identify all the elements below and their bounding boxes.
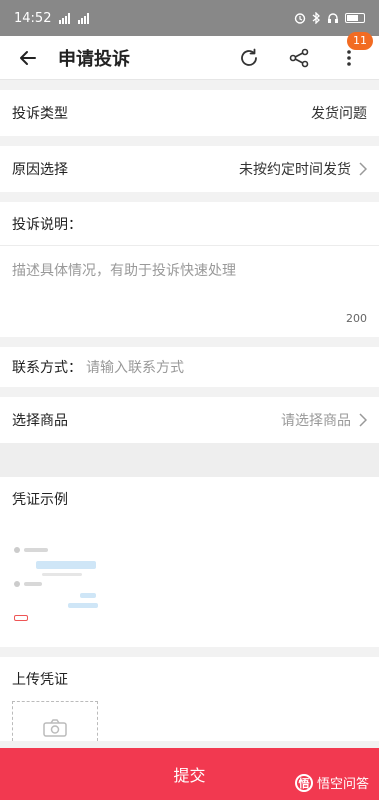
chevron-right-icon	[359, 162, 367, 176]
battery-icon	[345, 13, 365, 23]
notification-badge: 11	[347, 31, 373, 50]
product-placeholder: 请选择商品	[281, 413, 351, 429]
more-button[interactable]: 11	[331, 31, 373, 76]
status-bar: 14:52	[0, 0, 379, 36]
reason-value-wrap: 未按约定时间发货	[239, 159, 367, 179]
watermark-logo-icon: 悟	[294, 773, 313, 792]
spacer	[0, 337, 379, 347]
complaint-type-label: 投诉类型	[12, 106, 68, 122]
spacer	[0, 192, 379, 202]
spacer	[0, 80, 379, 90]
status-time: 14:52	[14, 10, 52, 26]
alarm-icon	[294, 13, 306, 24]
spacer	[0, 647, 379, 657]
reason-label: 原因选择	[12, 162, 68, 178]
product-row[interactable]: 选择商品 请选择商品	[0, 397, 379, 443]
camera-icon	[43, 719, 67, 737]
complaint-type-row[interactable]: 投诉类型 发货问题	[0, 90, 379, 136]
evidence-example-image[interactable]	[12, 531, 108, 627]
share-button[interactable]	[281, 40, 317, 76]
description-section: 投诉说明： 描述具体情况，有助于投诉快速处理 200	[0, 202, 379, 337]
contact-row: 联系方式： 请输入联系方式	[0, 347, 379, 387]
evidence-example-label: 凭证示例	[12, 492, 68, 508]
product-label: 选择商品	[12, 413, 68, 429]
spacer	[0, 443, 379, 477]
bluetooth-icon	[312, 12, 320, 24]
description-label: 投诉说明：	[0, 202, 379, 246]
submit-label: 提交	[173, 766, 206, 785]
description-char-limit: 200	[346, 312, 367, 325]
spacer	[0, 387, 379, 397]
upload-image-button[interactable]	[12, 701, 98, 741]
description-textarea[interactable]: 描述具体情况，有助于投诉快速处理	[0, 246, 379, 312]
refresh-button[interactable]	[231, 40, 267, 76]
more-vertical-icon	[347, 49, 351, 66]
refresh-icon	[241, 48, 257, 66]
watermark-text: 悟空问答	[316, 777, 369, 792]
reason-value: 未按约定时间发货	[239, 162, 351, 178]
product-value-wrap: 请选择商品	[281, 410, 367, 430]
signal-icon-2	[78, 12, 90, 24]
signal-icon	[59, 12, 71, 24]
nav-bar: 申请投诉 11	[0, 31, 379, 80]
page-title: 申请投诉	[58, 48, 130, 70]
chevron-right-icon	[359, 413, 367, 427]
headphones-icon	[328, 13, 338, 23]
submit-button[interactable]: 提交 悟 悟空问答	[0, 748, 379, 800]
contact-input[interactable]: 请输入联系方式	[86, 357, 184, 377]
contact-label: 联系方式：	[12, 360, 82, 376]
arrow-left-icon	[20, 50, 36, 65]
share-icon	[289, 48, 309, 67]
watermark: 悟 悟空问答	[294, 773, 369, 792]
upload-section: 上传凭证	[0, 657, 379, 741]
status-right	[294, 12, 365, 24]
status-left: 14:52	[14, 10, 90, 26]
back-button[interactable]	[12, 42, 44, 74]
evidence-example-section: 凭证示例	[0, 477, 379, 647]
complaint-type-value: 发货问题	[311, 106, 367, 122]
reason-row[interactable]: 原因选择 未按约定时间发货	[0, 146, 379, 192]
upload-label: 上传凭证	[12, 672, 68, 688]
spacer	[0, 136, 379, 146]
